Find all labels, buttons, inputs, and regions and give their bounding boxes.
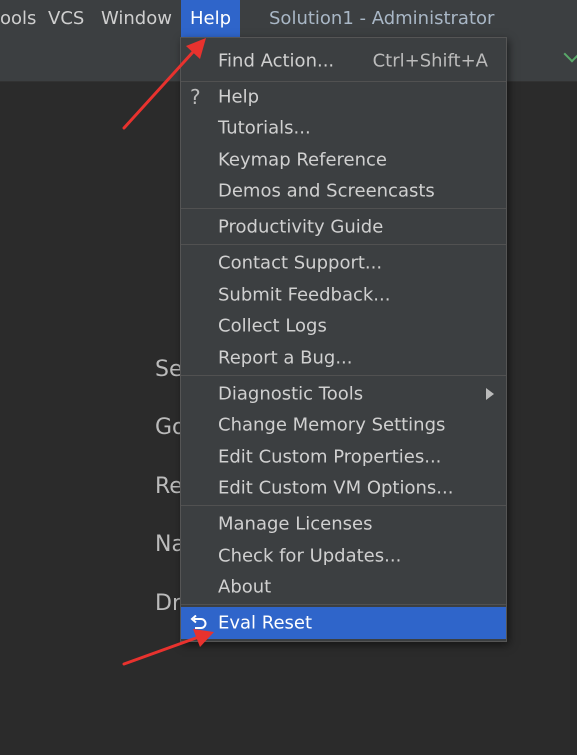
annotation-arrows xyxy=(122,38,214,666)
annotation-arrow-to-eval-reset xyxy=(122,629,214,666)
annotation-arrow-to-help-menu xyxy=(122,38,206,130)
